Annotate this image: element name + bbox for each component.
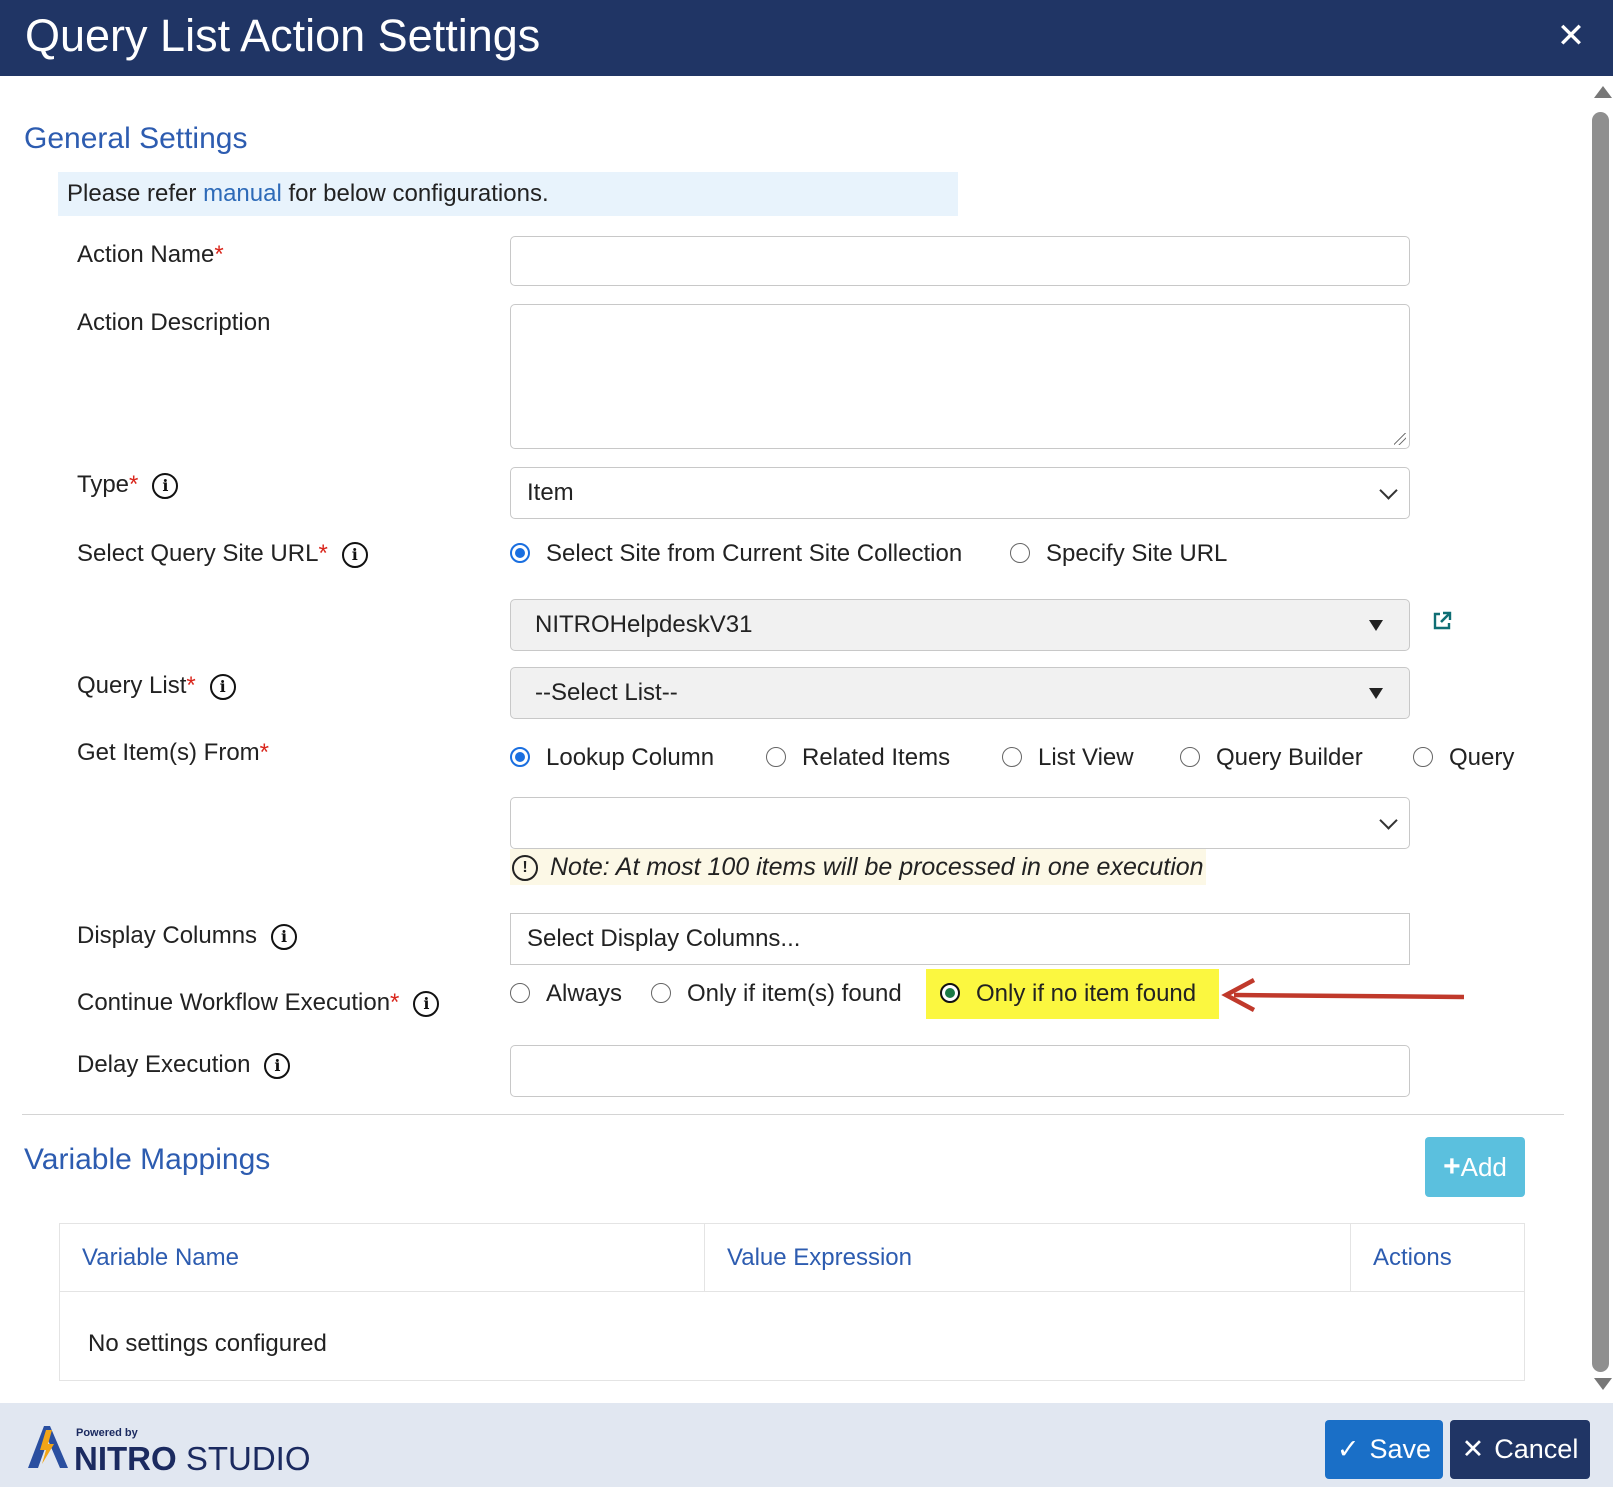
banner-suffix: for below configurations. — [281, 180, 549, 207]
display-columns-multiselect[interactable]: Select Display Columns... — [510, 913, 1410, 965]
add-mapping-button[interactable]: +Add — [1425, 1137, 1525, 1197]
query-site-url-label: Select Query Site URL* i — [77, 539, 368, 569]
resize-grip-icon[interactable] — [1394, 433, 1406, 445]
site-select[interactable]: NITROHelpdeskV31 — [510, 599, 1410, 651]
continue-workflow-label: Continue Workflow Execution* i — [77, 988, 440, 1018]
site-select-value: NITROHelpdeskV31 — [535, 611, 753, 638]
scroll-down-arrow-icon[interactable] — [1594, 1378, 1612, 1390]
type-label: Type* i — [77, 470, 179, 500]
lookup-column-select[interactable] — [510, 797, 1410, 849]
required-marker: * — [259, 739, 270, 766]
required-marker: * — [318, 540, 328, 567]
nitro-studio-logo: Powered by NITRO STUDIO — [26, 1416, 311, 1477]
required-marker: * — [129, 471, 139, 498]
processing-limit-note: ! Note: At most 100 items will be process… — [510, 849, 1206, 885]
delay-execution-input[interactable] — [510, 1045, 1410, 1097]
display-columns-label: Display Columns i — [77, 921, 298, 951]
variable-mappings-title: Variable Mappings — [24, 1143, 271, 1176]
section-divider — [22, 1114, 1564, 1115]
exclamation-circle-icon: ! — [512, 855, 538, 882]
dropdown-triangle-icon — [1369, 620, 1383, 631]
annotation-arrow-icon — [1221, 978, 1465, 1012]
cancel-button[interactable]: ✕ Cancel — [1450, 1420, 1590, 1479]
action-description-label: Action Description — [77, 309, 271, 336]
required-marker: * — [186, 672, 196, 699]
nitro-logo-icon — [28, 1426, 68, 1468]
type-select-value: Item — [527, 479, 574, 506]
action-name-input[interactable] — [510, 236, 1410, 286]
table-header: Variable Name Value Expression Actions — [60, 1224, 1524, 1292]
radio-button[interactable] — [766, 747, 786, 767]
empty-table-message: No settings configured — [88, 1330, 327, 1357]
x-icon: ✕ — [1461, 1434, 1485, 1464]
radio-button[interactable] — [1413, 747, 1433, 767]
info-icon[interactable]: i — [271, 923, 298, 950]
close-icon[interactable]: ✕ — [1553, 16, 1589, 56]
checkmark-icon: ✓ — [1336, 1434, 1360, 1464]
action-name-label: Action Name* — [77, 241, 224, 268]
delay-execution-label: Delay Execution i — [77, 1050, 291, 1080]
vertical-scrollbar[interactable] — [1588, 80, 1613, 1398]
save-button[interactable]: ✓ Save — [1325, 1420, 1443, 1479]
radio-button-checked[interactable] — [510, 747, 530, 767]
dialog-footer: Powered by NITRO STUDIO ✓ Save ✕ Cancel — [0, 1403, 1613, 1487]
powered-by-text: Powered by — [76, 1427, 138, 1439]
radio-button[interactable] — [510, 983, 530, 1003]
column-header-variable-name: Variable Name — [82, 1244, 239, 1271]
info-icon[interactable]: i — [209, 673, 236, 700]
info-icon[interactable]: i — [152, 472, 179, 499]
banner-prefix: Please refer — [67, 180, 204, 207]
radio-button[interactable] — [651, 983, 671, 1003]
query-list-label: Query List* i — [77, 671, 236, 701]
external-link-icon[interactable] — [1432, 611, 1452, 631]
radio-button[interactable] — [1180, 747, 1200, 767]
variable-mappings-table: Variable Name Value Expression Actions N… — [59, 1223, 1525, 1381]
radio-button-checked[interactable] — [940, 983, 960, 1003]
get-items-from-label: Get Item(s) From* — [77, 739, 270, 766]
chevron-down-icon — [1379, 811, 1398, 830]
query-list-select-value: --Select List-- — [535, 679, 678, 706]
dialog-header: Query List Action Settings ✕ — [0, 0, 1613, 76]
required-marker: * — [390, 989, 400, 1016]
general-settings-title: General Settings — [24, 122, 248, 155]
column-header-value-expression: Value Expression — [704, 1224, 1350, 1291]
action-description-textarea[interactable] — [510, 304, 1410, 449]
info-icon[interactable]: i — [264, 1052, 291, 1079]
scroll-up-arrow-icon[interactable] — [1594, 86, 1612, 98]
radio-button-checked[interactable] — [510, 543, 530, 563]
radio-button[interactable] — [1010, 543, 1030, 563]
info-icon[interactable]: i — [341, 541, 368, 568]
radio-button[interactable] — [1002, 747, 1022, 767]
plus-icon: + — [1443, 1150, 1461, 1183]
scrollbar-thumb[interactable] — [1592, 112, 1609, 1372]
dropdown-triangle-icon — [1369, 688, 1383, 699]
column-header-actions: Actions — [1350, 1224, 1524, 1291]
manual-info-banner: Please refer manual for below configurat… — [58, 172, 958, 216]
chevron-down-icon — [1379, 481, 1398, 500]
display-columns-placeholder: Select Display Columns... — [527, 925, 801, 952]
note-text: Note: At most 100 items will be processe… — [550, 853, 1204, 881]
type-select[interactable]: Item — [510, 467, 1410, 519]
info-icon[interactable]: i — [413, 990, 440, 1017]
brand-name: NITRO STUDIO — [74, 1440, 311, 1477]
required-marker: * — [214, 241, 224, 268]
query-list-select[interactable]: --Select List-- — [510, 667, 1410, 719]
dialog-title: Query List Action Settings — [25, 10, 541, 61]
manual-link[interactable]: manual — [203, 180, 282, 207]
